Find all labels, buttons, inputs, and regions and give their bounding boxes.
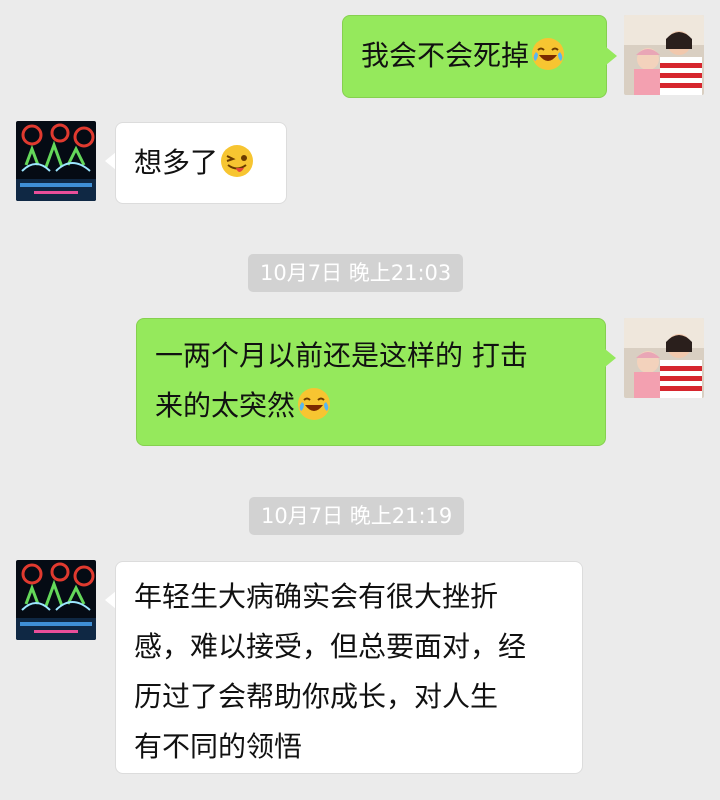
timestamp: 10月7日 晚上21:03 [248, 254, 464, 292]
message-line: 一两个月以前还是这样的 打击 [155, 339, 528, 372]
avatar-self[interactable] [624, 318, 704, 398]
avatar-contact[interactable] [16, 121, 96, 201]
avatar-self[interactable] [624, 15, 704, 95]
avatar-contact[interactable] [16, 560, 96, 640]
message-bubble-incoming[interactable]: 年轻生大病确实会有很大挫折 感，难以接受，但总要面对，经 历过了会帮助你成长，对… [115, 561, 583, 774]
crying-laughing-emoji-icon [297, 387, 331, 421]
message-line: 年轻生大病确实会有很大挫折 [134, 580, 499, 613]
message-text: 我会不会死掉 [361, 39, 530, 72]
woman-with-baby-photo-icon [624, 15, 704, 95]
message-bubble-incoming[interactable]: 想多了 [115, 122, 287, 204]
fireworks-night-photo-icon [16, 560, 96, 640]
message-line: 历过了会帮助你成长，对人生 [134, 680, 499, 713]
message-line: 来的太突然 [155, 389, 296, 422]
winking-tongue-emoji-icon [220, 144, 254, 178]
message-text: 想多了 [134, 146, 219, 179]
message-line: 感，难以接受，但总要面对，经 [134, 630, 527, 663]
bubble-tail [605, 349, 616, 367]
bubble-tail [606, 47, 617, 65]
fireworks-night-photo-icon [16, 121, 96, 201]
message-line: 有不同的领悟 [134, 730, 303, 763]
message-bubble-outgoing[interactable]: 我会不会死掉 [342, 15, 607, 98]
crying-laughing-emoji-icon [531, 37, 565, 71]
chat-conversation: 我会不会死掉 想多了 10月7日 晚上21:03 一两个月以前还是这样的 打击 … [0, 0, 720, 800]
message-bubble-outgoing[interactable]: 一两个月以前还是这样的 打击 来的太突然 [136, 318, 606, 446]
timestamp: 10月7日 晚上21:19 [249, 497, 465, 535]
woman-with-baby-photo-icon [624, 318, 704, 398]
